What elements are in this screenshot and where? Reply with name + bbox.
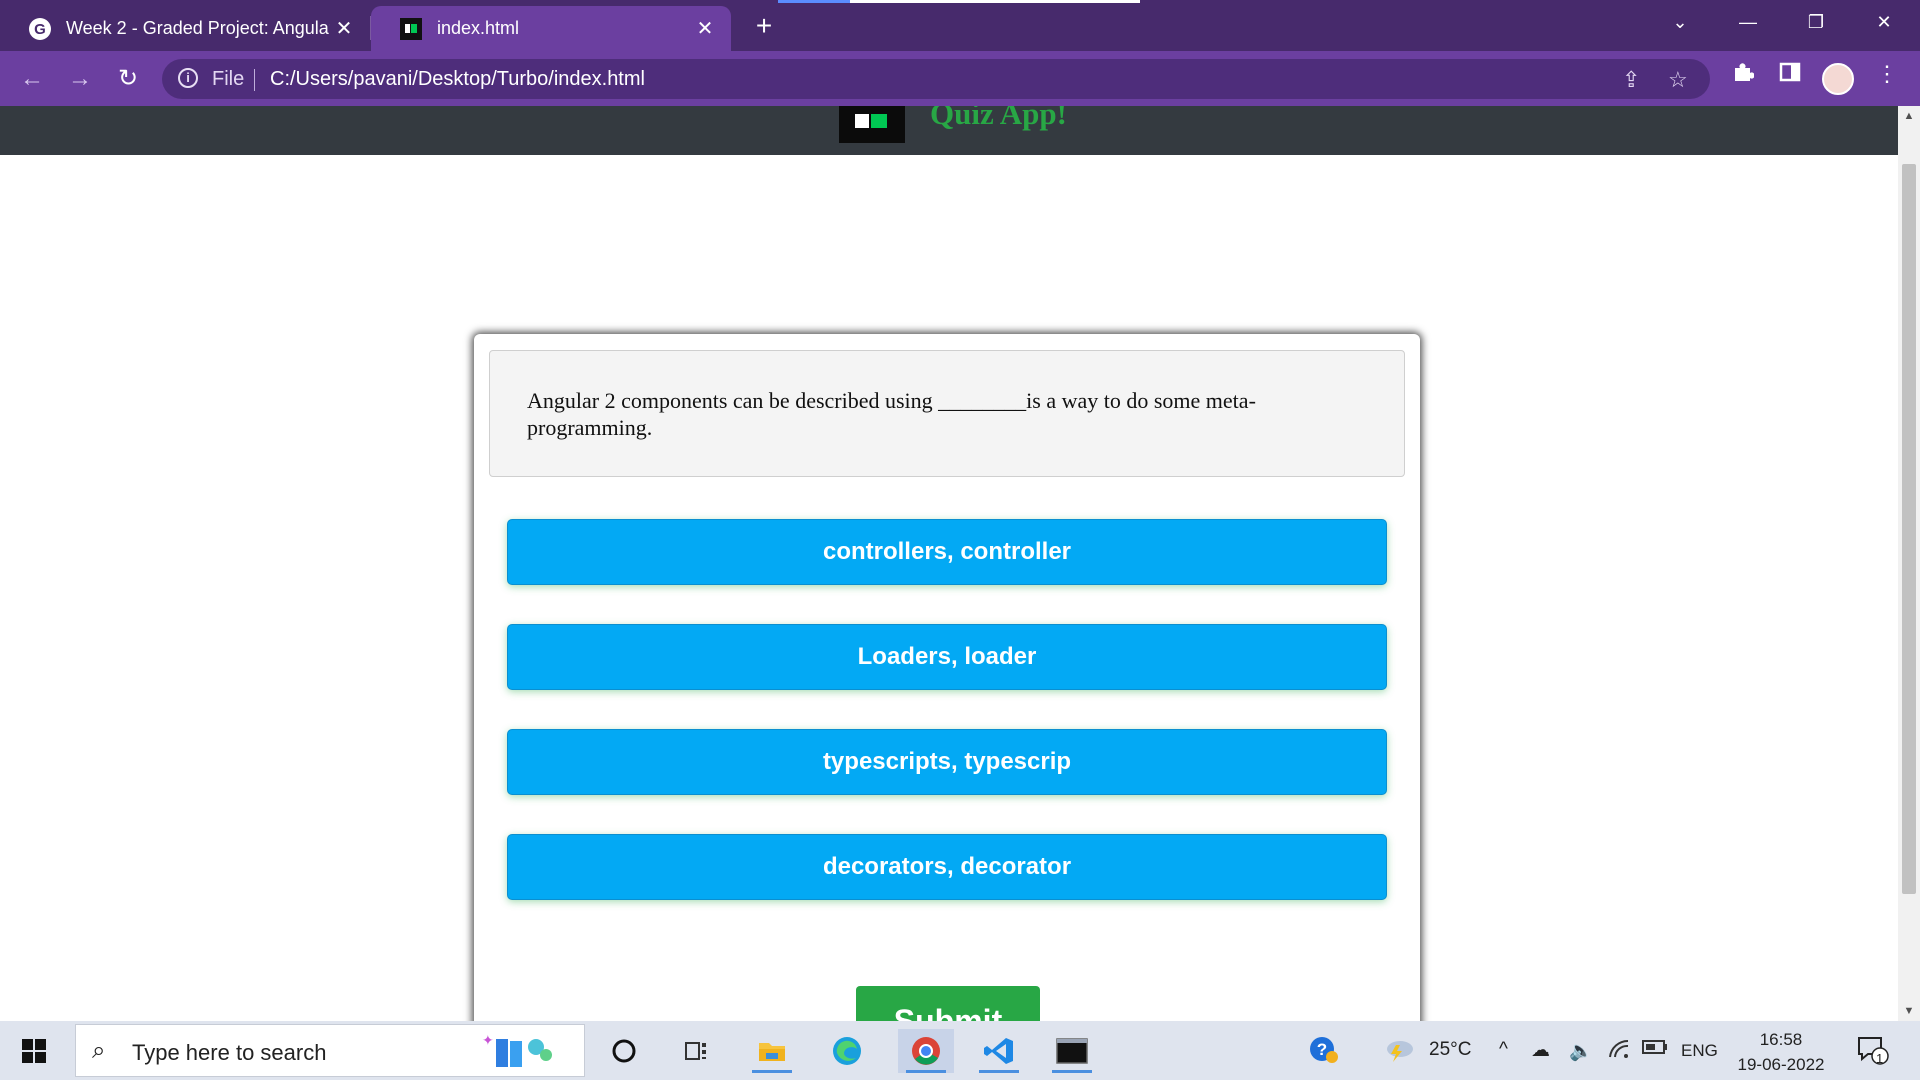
close-window-icon[interactable]: ✕: [1854, 0, 1914, 44]
windows-taskbar: ⌕ Type here to search ✦ ? 25°C ^ ☁ �: [0, 1021, 1920, 1080]
app-running-indicator: [752, 1070, 792, 1073]
answer-button-4[interactable]: decorators, decorator: [507, 834, 1387, 900]
app-running-indicator: [979, 1070, 1019, 1073]
hackerearth-icon: [399, 17, 423, 41]
notification-center-icon[interactable]: [1856, 1035, 1890, 1071]
taskbar-clock[interactable]: 16:58 19-06-2022: [1736, 1027, 1826, 1077]
page-viewport: Quiz App! Angular 2 components can be de…: [0, 106, 1898, 1021]
scroll-down-arrow-icon[interactable]: ▼: [1898, 1001, 1920, 1021]
windows-start-icon[interactable]: [22, 1039, 46, 1063]
weather-temperature[interactable]: 25°C: [1429, 1039, 1471, 1061]
browser-toolbar: ← → ↻ i File C:/Users/pavani/Desktop/Tur…: [0, 51, 1920, 106]
extensions-puzzle-icon[interactable]: [1726, 61, 1760, 89]
quiz-card: Angular 2 components can be described us…: [474, 334, 1420, 1021]
tab-week2-project[interactable]: G Week 2 - Graded Project: Angular ✕: [0, 6, 370, 51]
help-question-icon[interactable]: ?: [1308, 1035, 1340, 1071]
menu-kebab-icon[interactable]: ⋮: [1870, 61, 1904, 87]
answer-button-3[interactable]: typescripts, typescrip: [507, 729, 1387, 795]
tab-title: Week 2 - Graded Project: Angular: [66, 18, 330, 38]
question-box: Angular 2 components can be described us…: [489, 350, 1405, 477]
share-icon[interactable]: ⇪: [1622, 67, 1640, 93]
loading-bar-lead: [778, 0, 850, 3]
tab-title: index.html: [437, 18, 520, 38]
profile-avatar[interactable]: [1822, 63, 1854, 95]
svg-text:✦: ✦: [482, 1033, 494, 1049]
scroll-thumb[interactable]: [1902, 164, 1916, 894]
svg-text:G: G: [34, 21, 46, 38]
onedrive-cloud-icon[interactable]: ☁: [1531, 1039, 1550, 1062]
edge-browser-icon[interactable]: [823, 1029, 871, 1073]
vscode-icon[interactable]: [975, 1029, 1023, 1073]
close-tab-icon[interactable]: ✕: [691, 16, 719, 41]
search-highlight-illustration-icon: ✦: [482, 1033, 552, 1067]
chrome-browser-icon[interactable]: [898, 1029, 954, 1073]
reload-icon[interactable]: ↻: [112, 63, 144, 95]
url-text[interactable]: C:/Users/pavani/Desktop/Turbo/index.html: [270, 68, 645, 91]
hackerearth-logo: [839, 106, 905, 143]
search-icon: ⌕: [92, 1037, 106, 1064]
svg-text:?: ?: [1317, 1040, 1327, 1059]
back-arrow-icon[interactable]: ←: [16, 63, 48, 95]
address-divider: [254, 69, 255, 91]
taskbar-search-box[interactable]: ⌕ Type here to search ✦: [75, 1024, 585, 1077]
app-running-indicator: [1052, 1070, 1092, 1073]
notification-count-badge: 1: [1876, 1051, 1884, 1066]
app-running-indicator: [906, 1070, 946, 1073]
google-g-icon: G: [28, 17, 52, 41]
tab-search-chevron-icon[interactable]: ⌄: [1650, 0, 1710, 44]
battery-icon[interactable]: [1642, 1039, 1668, 1061]
wifi-icon[interactable]: [1608, 1039, 1630, 1065]
forward-arrow-icon[interactable]: →: [64, 63, 96, 95]
submit-button[interactable]: Submit: [856, 986, 1040, 1021]
terminal-icon[interactable]: [1048, 1029, 1096, 1073]
show-hidden-icons-chevron-icon[interactable]: ^: [1499, 1039, 1508, 1061]
clock-time: 16:58: [1759, 1030, 1803, 1049]
browser-tab-strip: G Week 2 - Graded Project: Angular ✕ ind…: [0, 0, 1920, 51]
volume-speaker-icon[interactable]: 🔈: [1569, 1039, 1593, 1063]
answer-button-2[interactable]: Loaders, loader: [507, 624, 1387, 690]
file-explorer-icon[interactable]: [748, 1029, 796, 1073]
bookmark-star-icon[interactable]: ☆: [1668, 67, 1688, 93]
answer-button-1[interactable]: controllers, controller: [507, 519, 1387, 585]
close-tab-icon[interactable]: ✕: [330, 16, 358, 41]
side-panel-icon[interactable]: [1773, 61, 1807, 89]
app-header: Quiz App!: [0, 106, 1898, 155]
search-placeholder: Type here to search: [132, 1040, 327, 1065]
minimize-icon[interactable]: —: [1718, 0, 1778, 44]
address-bar[interactable]: i File C:/Users/pavani/Desktop/Turbo/ind…: [162, 59, 1710, 99]
input-language[interactable]: ENG: [1681, 1041, 1718, 1061]
page-scrollbar[interactable]: ▲ ▼: [1898, 106, 1920, 1021]
restore-icon[interactable]: ❐: [1786, 0, 1846, 44]
scheme-label: File: [212, 68, 245, 90]
question-text: Angular 2 components can be described us…: [527, 388, 1256, 440]
app-title: Quiz App!: [930, 106, 1067, 131]
cortana-circle-icon[interactable]: [600, 1029, 648, 1073]
new-tab-button[interactable]: +: [748, 10, 780, 42]
tab-index-html[interactable]: index.html ✕: [371, 6, 731, 51]
task-view-icon[interactable]: [672, 1029, 720, 1073]
info-icon[interactable]: i: [178, 68, 198, 88]
scroll-up-arrow-icon[interactable]: ▲: [1898, 106, 1920, 126]
clock-date: 19-06-2022: [1737, 1055, 1825, 1074]
weather-icon[interactable]: [1382, 1035, 1416, 1069]
